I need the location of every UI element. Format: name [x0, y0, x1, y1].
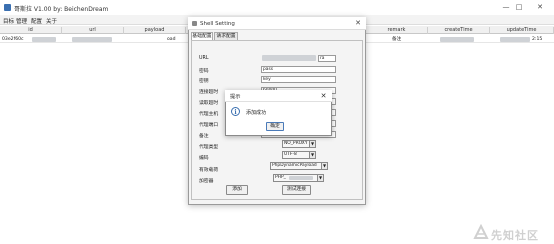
cell-remark: 备注 — [392, 37, 402, 42]
redacted-url — [262, 55, 316, 61]
secret-input[interactable]: key — [261, 76, 336, 83]
encoding-select[interactable]: UTF-8 — [282, 151, 310, 159]
info-dialog-titlebar — [225, 90, 332, 102]
shell-setting-title: Shell Setting — [200, 21, 235, 27]
label-secret: 密钥 — [199, 79, 209, 84]
column-header-payload[interactable]: payload — [124, 27, 186, 34]
payload-select[interactable]: PhpDynamicPayload — [270, 162, 322, 170]
label-url: URL — [199, 56, 209, 61]
column-header-createtime[interactable]: createTime — [428, 27, 490, 34]
cell-id: 03e2f60c — [2, 37, 24, 42]
tab-request-config[interactable]: 请求配置 — [214, 32, 238, 40]
label-payload: 有效载荷 — [199, 168, 219, 173]
menu-about[interactable]: 关于 — [46, 17, 57, 25]
info-message: 添加成功 — [246, 110, 267, 116]
menu-manage[interactable]: 管理 — [16, 17, 27, 25]
label-remark: 备注 — [199, 134, 209, 139]
column-header-updatetime[interactable]: updateTime — [490, 27, 554, 34]
chevron-down-icon[interactable]: ▼ — [309, 151, 316, 159]
close-icon[interactable]: ✕ — [533, 2, 547, 13]
proxy-type-select[interactable]: NO_PROXY — [282, 140, 310, 148]
label-proxy-type: 代理类型 — [199, 145, 219, 150]
test-connection-button[interactable]: 测试连接 — [282, 185, 311, 195]
label-password: 密码 — [199, 69, 209, 74]
tab-basic-config[interactable]: 基础配置 — [191, 32, 213, 40]
column-header-id[interactable]: id — [0, 27, 62, 34]
info-dialog-close-icon[interactable]: ✕ — [318, 91, 329, 101]
chevron-down-icon[interactable]: ▼ — [321, 162, 328, 170]
dialog-app-icon — [192, 21, 197, 26]
chevron-down-icon[interactable]: ▼ — [309, 140, 316, 148]
watermark-logo-icon — [473, 224, 489, 239]
info-icon: i — [231, 107, 240, 116]
label-read-timeout: 读取超时 — [199, 101, 219, 106]
ok-button[interactable]: 确定 — [266, 122, 284, 131]
add-button[interactable]: 添加 — [226, 185, 248, 195]
label-cryption: 加密器 — [199, 179, 214, 184]
watermark-text: 先知社区 — [491, 229, 539, 242]
password-input[interactable]: pass — [261, 66, 336, 73]
menu-target[interactable]: 目标 — [3, 17, 14, 25]
redacted-cell — [440, 37, 474, 42]
redacted-cell — [72, 37, 112, 42]
chevron-down-icon[interactable]: ▼ — [317, 174, 324, 182]
maximize-icon[interactable]: □ — [512, 2, 526, 13]
minimize-icon[interactable]: — — [499, 2, 513, 13]
menu-config[interactable]: 配置 — [31, 17, 42, 25]
window-title: 哥斯拉 V1.00 by: BeichenDream — [14, 6, 109, 13]
redacted-cell — [500, 37, 530, 42]
url-input[interactable]: ra — [318, 55, 336, 62]
label-encoding: 编码 — [199, 156, 209, 161]
label-proxy-port: 代理端口 — [199, 123, 219, 128]
column-header-remark[interactable]: remark — [366, 27, 428, 34]
shell-setting-close-icon[interactable]: ✕ — [352, 18, 364, 29]
label-connect-timeout: 连接超时 — [199, 90, 219, 95]
redacted-cell — [32, 37, 56, 42]
column-header-url[interactable]: url — [62, 27, 124, 34]
cell-payload: oad — [167, 37, 176, 42]
app-logo-icon — [4, 4, 11, 11]
redacted-cryption — [289, 176, 313, 180]
info-dialog-title: 提示 — [230, 94, 241, 100]
label-proxy-host: 代理主机 — [199, 112, 219, 117]
cell-updatetime: 2:15 — [532, 37, 543, 42]
